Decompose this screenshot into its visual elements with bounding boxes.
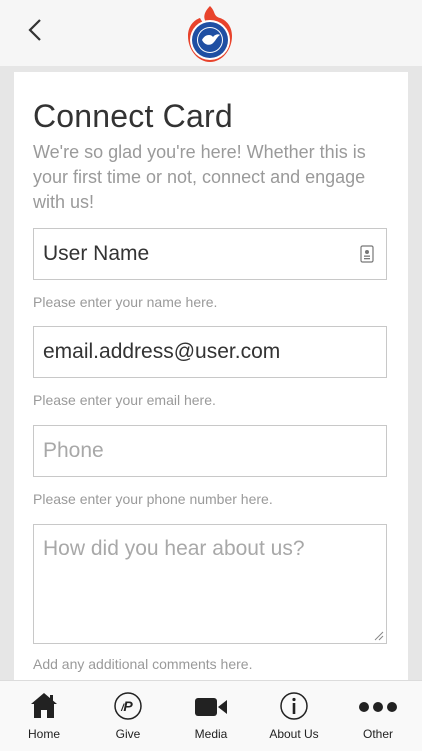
nav-item-other[interactable]: Other: [343, 681, 413, 751]
comments-placeholder: How did you hear about us?: [43, 537, 305, 560]
church-logo: [180, 4, 240, 66]
comments-textarea[interactable]: How did you hear about us?: [33, 524, 387, 644]
nav-item-about-us[interactable]: About Us: [259, 681, 329, 751]
more-icon: [359, 702, 397, 712]
chevron-left-icon: [28, 19, 41, 41]
home-icon: [31, 693, 57, 718]
name-hint: Please enter your name here.: [33, 294, 218, 310]
top-bar: [0, 0, 422, 66]
phone-hint: Please enter your phone number here.: [33, 491, 273, 507]
page-subtitle: We're so glad you're here! Whether this …: [33, 142, 366, 212]
name-field-value: User Name: [43, 242, 150, 265]
resize-handle-icon[interactable]: [374, 631, 384, 641]
email-field[interactable]: email.address@user.com: [33, 326, 387, 378]
contact-card-icon[interactable]: [360, 245, 374, 263]
phone-field-placeholder: Phone: [43, 439, 104, 462]
nav-label-give: Give: [115, 727, 141, 741]
nav-label-home: Home: [27, 727, 60, 741]
email-hint: Please enter your email here.: [33, 392, 216, 408]
bottom-nav: Home P / Give Media About Us Other: [0, 680, 422, 751]
nav-item-media[interactable]: Media: [176, 681, 246, 751]
nav-label-other: Other: [362, 727, 393, 741]
email-field-value: email.address@user.com: [43, 340, 281, 363]
nav-item-home[interactable]: Home: [9, 681, 79, 751]
page-title: Connect Card: [33, 98, 233, 134]
back-button[interactable]: [22, 16, 50, 44]
comments-hint: Add any additional comments here.: [33, 656, 253, 672]
nav-label-media: Media: [194, 727, 228, 741]
svg-text:P: P: [123, 698, 133, 714]
name-field[interactable]: User Name: [33, 228, 387, 280]
flame-dove-logo-icon: [188, 6, 232, 62]
video-camera-icon: [195, 698, 227, 716]
nav-label-about-us: About Us: [269, 727, 319, 741]
info-icon: [280, 692, 308, 720]
paypal-icon: P /: [114, 692, 142, 720]
nav-item-give[interactable]: P / Give: [93, 681, 163, 751]
phone-field[interactable]: Phone: [33, 425, 387, 477]
connect-card-form: Connect Card We're so glad you're here! …: [14, 72, 408, 682]
